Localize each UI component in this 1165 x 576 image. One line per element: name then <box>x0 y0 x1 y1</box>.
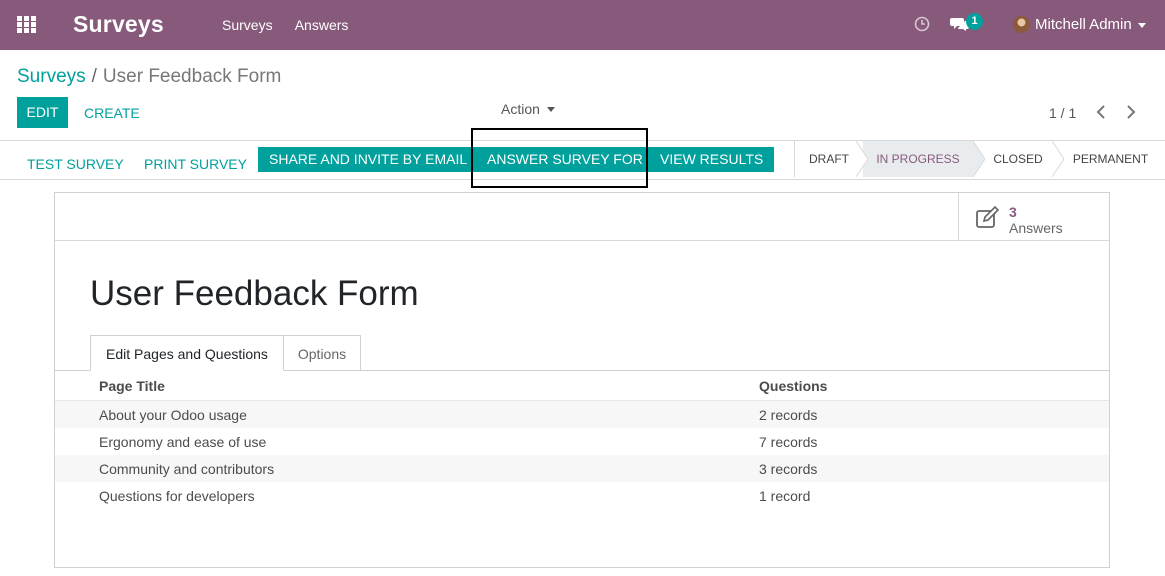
breadcrumb-current: User Feedback Form <box>102 66 282 87</box>
column-header-questions[interactable]: Questions <box>759 378 827 394</box>
page-title-cell: About your Odoo usage <box>99 407 247 423</box>
main-menu: Surveys Answers <box>222 17 367 33</box>
app-brand[interactable]: Surveys <box>73 11 164 38</box>
form-sheet <box>54 192 1110 568</box>
page-title-cell: Community and contributors <box>99 461 275 477</box>
questions-count-cell: 2 records <box>759 407 818 423</box>
column-header-page-title[interactable]: Page Title <box>99 378 165 394</box>
table-row[interactable]: About your Odoo usage 2 records <box>55 401 1109 428</box>
pager-value[interactable]: 1 / 1 <box>1049 105 1076 121</box>
questions-count-cell: 7 records <box>759 434 818 450</box>
top-navbar: Surveys Surveys Answers 1 Mitchell Admin <box>0 0 1165 50</box>
action-dropdown[interactable]: Action <box>501 101 555 117</box>
share-and-invite-button[interactable]: SHARE AND INVITE BY EMAIL <box>258 147 479 172</box>
tab-options[interactable]: Options <box>283 335 361 371</box>
chat-count-badge: 1 <box>966 13 983 30</box>
answers-stat-button[interactable]: 3 Answers <box>958 193 1109 240</box>
table-row[interactable]: Questions for developers 1 record <box>55 482 1109 509</box>
chevron-left-icon[interactable] <box>1094 103 1108 121</box>
edit-button[interactable]: EDIT <box>17 97 68 128</box>
answers-count: 3 <box>1009 204 1017 220</box>
stage-draft[interactable]: DRAFT <box>795 141 863 177</box>
questions-count-cell: 3 records <box>759 461 818 477</box>
activity-clock-icon[interactable] <box>914 16 930 32</box>
apps-grid-icon[interactable] <box>17 16 36 33</box>
test-survey-button[interactable]: TEST SURVEY <box>27 152 124 177</box>
answer-survey-for-button[interactable]: ANSWER SURVEY FOR <box>476 147 654 172</box>
page-title-cell: Questions for developers <box>99 488 255 504</box>
questions-count-cell: 1 record <box>759 488 811 504</box>
print-survey-button[interactable]: PRINT SURVEY <box>144 152 247 177</box>
caret-down-icon <box>1138 23 1146 28</box>
edit-pencil-icon <box>976 206 1000 228</box>
button-box-divider <box>55 240 1109 241</box>
chevron-right-icon[interactable] <box>1124 103 1138 121</box>
stage-arrow-separator <box>973 141 985 177</box>
survey-title: User Feedback Form <box>90 274 419 313</box>
avatar <box>1013 16 1030 33</box>
answers-label: Answers <box>1009 220 1063 236</box>
action-label: Action <box>501 101 540 117</box>
breadcrumb: Surveys / User Feedback Form <box>17 66 281 88</box>
stage-closed[interactable]: CLOSED <box>981 141 1055 177</box>
caret-down-icon <box>546 107 555 112</box>
breadcrumb-separator: / <box>91 66 97 87</box>
stage-permanent[interactable]: PERMANENT <box>1063 141 1158 177</box>
view-results-button[interactable]: VIEW RESULTS <box>649 147 775 172</box>
table-row[interactable]: Ergonomy and ease of use 7 records <box>55 428 1109 455</box>
table-row[interactable]: Community and contributors 3 records <box>55 455 1109 482</box>
stage-arrow-separator <box>1052 141 1064 177</box>
stage-in-progress[interactable]: IN PROGRESS <box>863 141 973 177</box>
menu-item-surveys[interactable]: Surveys <box>222 17 273 33</box>
page-title-cell: Ergonomy and ease of use <box>99 434 267 450</box>
user-name: Mitchell Admin <box>1035 16 1132 33</box>
breadcrumb-surveys-link[interactable]: Surveys <box>17 66 86 87</box>
stage-arrow-separator <box>856 141 868 177</box>
tab-edit-pages-and-questions[interactable]: Edit Pages and Questions <box>90 335 284 371</box>
menu-item-answers[interactable]: Answers <box>295 17 349 33</box>
create-button[interactable]: CREATE <box>84 105 140 121</box>
